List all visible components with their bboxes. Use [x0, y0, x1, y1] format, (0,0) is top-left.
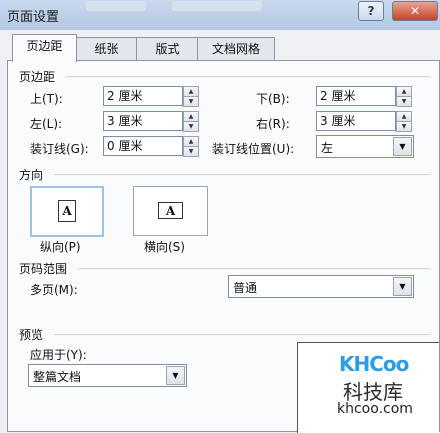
dialog-title: 页面设置 — [7, 10, 60, 25]
gutter-spinner: 0 厘米 ▲ ▼ — [103, 136, 201, 157]
chevron-down-icon[interactable]: ▼ — [166, 366, 185, 385]
close-button[interactable]: ✕ — [392, 1, 438, 21]
section-divider — [66, 76, 430, 77]
right-margin-label: 右(R): — [256, 117, 290, 131]
gutter-input[interactable]: 0 厘米 — [103, 136, 183, 156]
blurred-background — [86, 1, 146, 11]
orientation-heading: 方向 — [19, 168, 44, 182]
bottom-margin-label: 下(B): — [256, 92, 290, 106]
preview-heading: 预览 — [19, 328, 44, 342]
spin-down-icon[interactable]: ▼ — [183, 121, 199, 132]
left-margin-spinner: 3 厘米 ▲ ▼ — [103, 111, 201, 132]
multiple-pages-select[interactable]: 普通 ▼ — [228, 275, 414, 298]
spin-down-icon[interactable]: ▼ — [183, 96, 199, 107]
chevron-down-icon[interactable]: ▼ — [393, 277, 412, 296]
landscape-option[interactable]: A — [133, 186, 208, 236]
gutter-position-label: 装订线位置(U): — [212, 142, 295, 156]
tab-margins[interactable]: 页边距 — [12, 34, 77, 62]
watermark-url: khcoo.com — [337, 401, 413, 417]
tab-document-grid[interactable]: 文档网格 — [197, 37, 275, 60]
help-button[interactable]: ? — [358, 1, 384, 21]
portrait-page-icon: A — [58, 200, 76, 222]
multiple-pages-label: 多页(M): — [30, 283, 78, 297]
spin-down-icon[interactable]: ▼ — [396, 96, 412, 107]
top-margin-spinner: 2 厘米 ▲ ▼ — [103, 86, 201, 107]
chevron-down-icon[interactable]: ▼ — [393, 137, 412, 156]
section-divider — [54, 174, 430, 175]
bottom-margin-spinner: 2 厘米 ▲ ▼ — [316, 86, 414, 107]
landscape-label[interactable]: 横向(S) — [144, 238, 185, 255]
site-watermark: KHCoo 科技库 khcoo.com — [333, 352, 437, 422]
top-margin-input[interactable]: 2 厘米 — [103, 86, 183, 106]
section-divider — [78, 268, 430, 269]
right-margin-spinner: 3 厘米 ▲ ▼ — [316, 111, 414, 132]
left-margin-label: 左(L): — [30, 117, 63, 131]
apply-to-select[interactable]: 整篇文档 ▼ — [28, 364, 187, 387]
section-divider — [54, 334, 430, 335]
tab-paper[interactable]: 纸张 — [75, 37, 138, 60]
tab-layout[interactable]: 版式 — [136, 37, 199, 60]
spin-down-icon[interactable]: ▼ — [396, 121, 412, 132]
apply-to-value: 整篇文档 — [33, 370, 82, 384]
margins-heading: 页边距 — [19, 70, 56, 84]
right-margin-input[interactable]: 3 厘米 — [316, 111, 396, 131]
pages-heading: 页码范围 — [19, 262, 68, 276]
portrait-option[interactable]: A — [30, 186, 104, 237]
watermark-logo: KHCoo — [339, 352, 409, 376]
apply-to-label: 应用于(Y): — [30, 348, 87, 362]
portrait-label[interactable]: 纵向(P) — [40, 238, 81, 255]
top-margin-label: 上(T): — [30, 92, 63, 106]
gutter-position-select[interactable]: 左 ▼ — [316, 135, 414, 158]
bottom-margin-input[interactable]: 2 厘米 — [316, 86, 396, 106]
gutter-label: 装订线(G): — [30, 142, 89, 156]
landscape-page-icon: A — [158, 202, 183, 219]
gutter-position-value: 左 — [321, 141, 334, 155]
left-margin-input[interactable]: 3 厘米 — [103, 111, 183, 131]
blurred-background — [172, 1, 262, 11]
spin-down-icon[interactable]: ▼ — [183, 146, 199, 157]
title-bar: 页面设置 ? ✕ — [0, 0, 440, 30]
multiple-pages-value: 普通 — [233, 281, 258, 295]
